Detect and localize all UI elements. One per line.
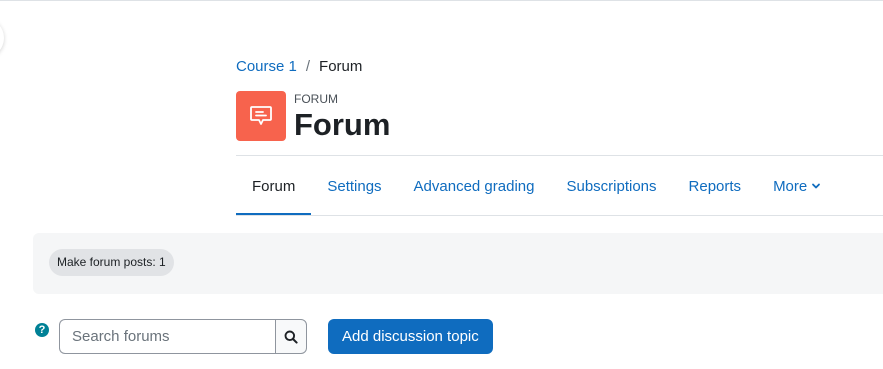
search-input[interactable] <box>59 319 275 354</box>
forum-speech-bubble-icon <box>250 106 272 125</box>
chevron-down-icon <box>811 181 821 191</box>
nav-divider <box>236 215 883 216</box>
completion-requirement-badge: Make forum posts: 1 <box>49 249 174 276</box>
tab-subscriptions[interactable]: Subscriptions <box>550 156 672 216</box>
activity-type-label: FORUM <box>294 92 338 106</box>
search-icon <box>284 330 298 344</box>
help-icon[interactable]: ? <box>35 323 49 337</box>
tab-more-label: More <box>773 177 808 195</box>
activity-completion-panel: Make forum posts: 1 <box>33 233 883 294</box>
search-button[interactable] <box>275 319 307 354</box>
tab-more[interactable]: More <box>757 156 837 216</box>
tab-advanced-grading[interactable]: Advanced grading <box>398 156 551 216</box>
tab-reports[interactable]: Reports <box>673 156 758 216</box>
forum-activity-icon <box>236 91 286 141</box>
top-border <box>0 0 883 1</box>
forum-page: Course 1 / Forum FORUM Forum Forum Setti… <box>0 0 883 369</box>
drawer-toggle-button[interactable] <box>0 18 4 58</box>
breadcrumb-course-link[interactable]: Course 1 <box>236 58 297 76</box>
breadcrumb-separator: / <box>305 58 311 75</box>
page-title: Forum <box>294 107 391 142</box>
search-forums-group <box>59 319 307 354</box>
add-discussion-topic-button[interactable]: Add discussion topic <box>328 319 493 354</box>
breadcrumb: Course 1 / Forum <box>236 58 362 76</box>
tab-settings[interactable]: Settings <box>311 156 397 216</box>
breadcrumb-current: Forum <box>319 58 363 75</box>
secondary-navigation: Forum Settings Advanced grading Subscrip… <box>236 156 837 216</box>
tab-forum[interactable]: Forum <box>236 156 312 216</box>
